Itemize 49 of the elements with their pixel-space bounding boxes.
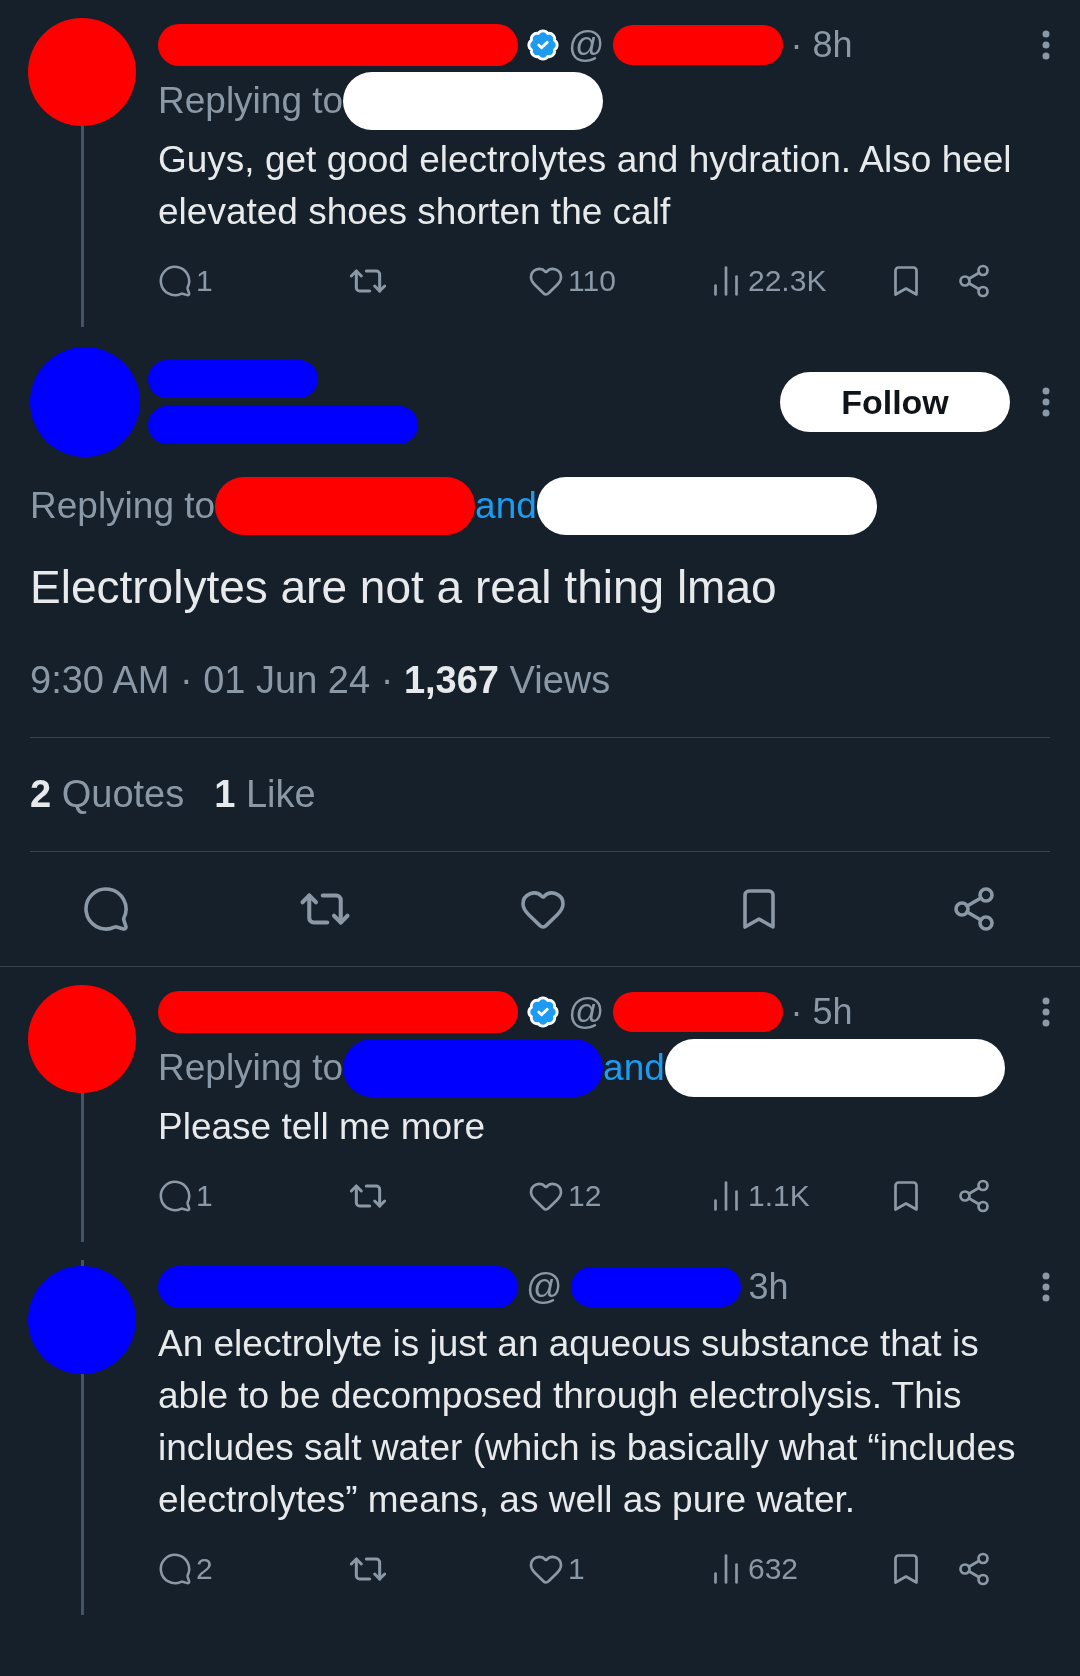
like-button[interactable]: 1 <box>528 1546 708 1591</box>
verified-badge-icon <box>526 995 560 1029</box>
reply-button[interactable]: 2 <box>158 1546 348 1591</box>
like-button[interactable]: 12 <box>528 1173 708 1218</box>
post-time: · 8h <box>790 23 853 67</box>
share-icon <box>956 1177 992 1214</box>
more-button[interactable] <box>1042 997 1050 1027</box>
more-icon <box>1042 997 1050 1027</box>
reply-icon <box>158 1551 192 1586</box>
replying-to-label: Replying to <box>158 79 344 124</box>
share-button[interactable] <box>956 262 992 299</box>
like-button[interactable]: 110 <box>528 258 708 303</box>
at-sign: @ <box>568 990 605 1034</box>
engagement-stat[interactable]: 1 Like <box>214 766 316 823</box>
at-sign: @ <box>526 1265 563 1309</box>
more-icon <box>1042 387 1050 417</box>
post-text: An electrolyte is just an aqueous substance that is able to be decomposed through electrolysis. This includes salt water (which is basically what “includes electrolytes” means, as well as pure water. <box>158 1322 1017 1522</box>
more-icon <box>1042 30 1050 60</box>
at-sign: @ <box>568 23 605 67</box>
reply-icon <box>158 263 192 298</box>
views-button[interactable]: 22.3K <box>708 258 888 303</box>
more-icon <box>1042 1272 1050 1302</box>
reply-button[interactable]: 1 <box>158 1173 348 1218</box>
more-button[interactable] <box>1042 30 1050 60</box>
post-meta: 9:30 AM · 01 Jun 24 · 1,367 Views <box>30 658 612 703</box>
post-text: Electrolytes are not a real thing lmao <box>30 560 778 615</box>
engagement-stat[interactable]: 2 Quotes <box>30 766 185 823</box>
views-button[interactable]: 1.1K <box>708 1173 888 1218</box>
replying-to-label: Replying to <box>158 1046 344 1091</box>
verified-badge-icon <box>526 28 560 62</box>
and-link[interactable]: and <box>475 478 537 534</box>
reply-button[interactable] <box>82 885 130 933</box>
share-icon <box>956 1550 992 1587</box>
and-link[interactable]: and <box>603 1040 665 1096</box>
views-button[interactable]: 632 <box>708 1546 888 1591</box>
reply-button[interactable]: 1 <box>158 258 348 303</box>
post-text: Guys, get good electrolytes and hydration. Also heel elevated shoes shorten the calf <box>158 138 1013 234</box>
reply-icon <box>82 885 130 933</box>
post-time: 3h <box>748 1265 789 1309</box>
follow-button[interactable]: Follow <box>780 372 1010 432</box>
post-text: Please tell me more <box>158 1105 486 1149</box>
reply-icon <box>158 1178 192 1213</box>
share-button[interactable] <box>956 1177 992 1214</box>
more-button[interactable] <box>1042 1272 1050 1302</box>
replying-to-label: Replying to <box>30 484 216 529</box>
more-button[interactable] <box>1042 387 1050 417</box>
post-time: · 5h <box>790 990 853 1034</box>
share-icon <box>956 262 992 299</box>
share-button[interactable] <box>956 1550 992 1587</box>
